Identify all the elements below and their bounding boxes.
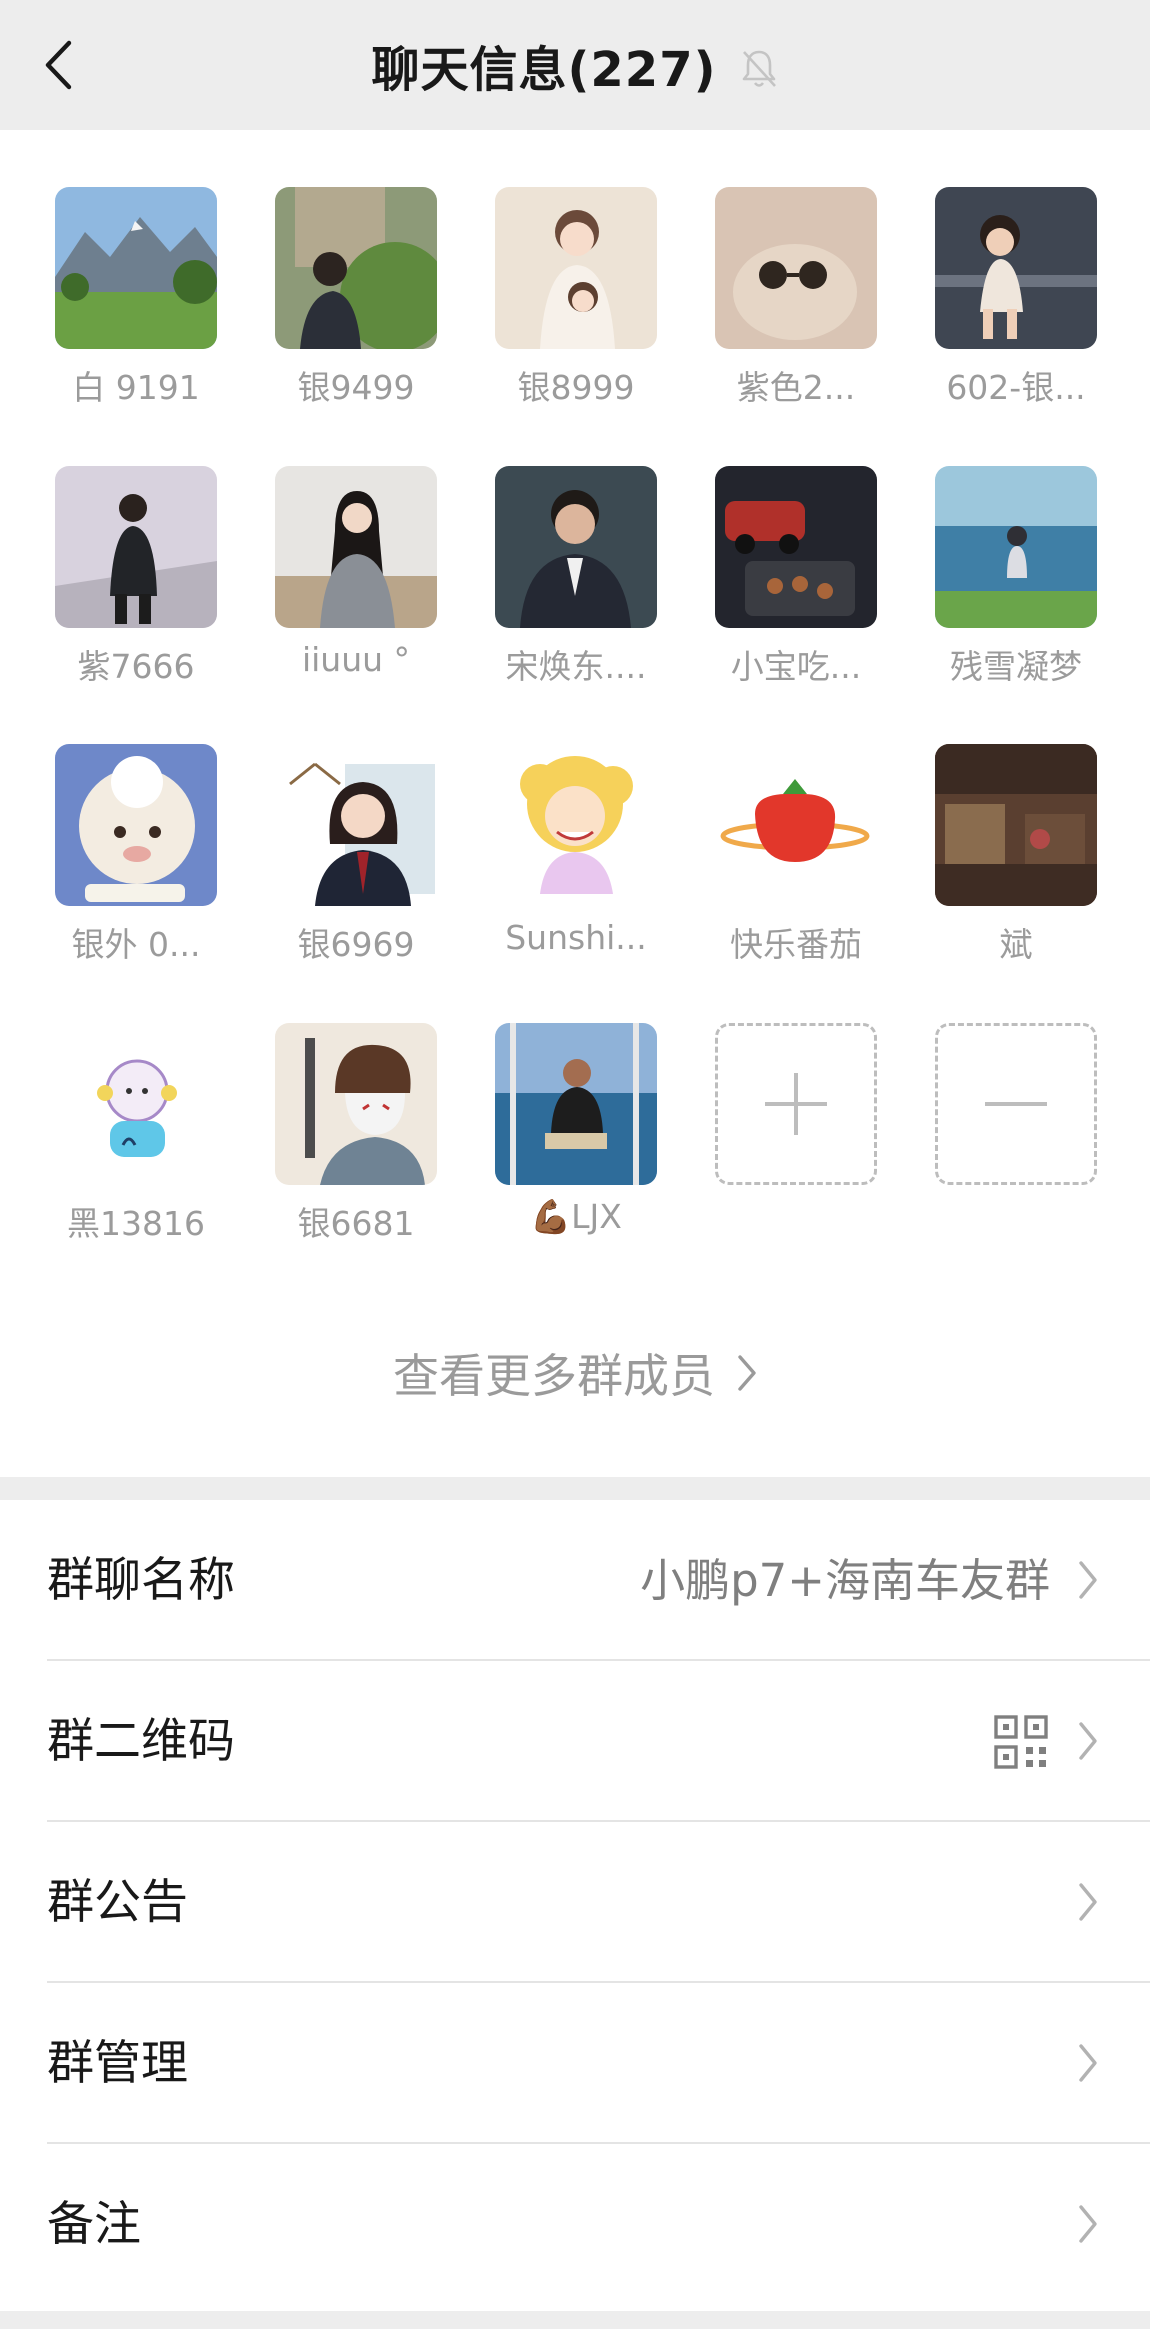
member-item[interactable]: 银8999 [470,187,670,437]
member-item[interactable]: 白 9191 [30,187,230,437]
remark-label: 备注 [47,2197,141,2252]
member-name: 602-银... [946,368,1086,407]
add-member-button[interactable] [690,1023,890,1273]
chevron-right-icon [1079,1883,1097,1921]
remark-row[interactable]: 备注 [0,2144,1150,2305]
member-item[interactable]: 斌 [910,744,1110,994]
back-button[interactable] [30,30,86,100]
member-avatar [935,744,1097,906]
chevron-left-icon [45,40,72,90]
chevron-right-icon [738,1355,756,1391]
member-item[interactable]: 快乐番茄 [690,744,890,994]
member-avatar [495,1023,657,1185]
member-avatar [495,466,657,628]
view-more-members-link[interactable]: 查看更多群成员 [0,1340,1150,1406]
group-name-label: 群聊名称 [47,1553,235,1608]
member-item[interactable]: 银9499 [250,187,450,437]
member-name: 银6969 [297,925,415,964]
member-item[interactable]: 💪🏾LJX [470,1023,670,1273]
plus-icon [765,1073,827,1135]
chevron-right-icon [1079,2205,1097,2243]
group-notice-row[interactable]: 群公告 [0,1822,1150,1983]
bottom-strip [0,2311,1150,2329]
member-item[interactable]: 黑13816 [30,1023,230,1273]
member-avatar [275,1023,437,1185]
member-name: 快乐番茄 [730,925,862,964]
member-name: 紫7666 [77,647,195,686]
remove-member-button[interactable] [910,1023,1110,1273]
member-avatar [275,744,437,906]
add-member-box [715,1023,877,1185]
member-avatar [715,744,877,906]
chevron-right-icon [1079,2044,1097,2082]
member-item[interactable]: 银6681 [250,1023,450,1273]
member-item[interactable]: 紫色2... [690,187,890,437]
qr-code-row[interactable]: 群二维码 [0,1661,1150,1822]
group-manage-label: 群管理 [47,2036,188,2091]
member-name: iiuuu ° [301,640,411,679]
member-avatar [715,187,877,349]
remove-member-box [935,1023,1097,1185]
member-name: Sunshi... [505,918,647,957]
member-item[interactable]: 小宝吃... [690,466,890,716]
member-name: 紫色2... [736,368,856,407]
member-item[interactable]: 银6969 [250,744,450,994]
member-name: 白 9191 [72,368,200,407]
member-name: 银8999 [517,368,635,407]
member-item[interactable]: 602-银... [910,187,1110,437]
member-item[interactable]: 紫7666 [30,466,230,716]
page-title: 聊天信息(227) [371,42,717,98]
member-avatar [495,187,657,349]
member-name: 小宝吃... [730,647,862,686]
settings-list: 群聊名称 小鹏p7+海南车友群 群二维码 群公告 群管理 备注 [0,1500,1150,2311]
group-name-value: 小鹏p7+海南车友群 [640,1554,1050,1607]
member-avatar [275,187,437,349]
member-avatar [935,187,1097,349]
group-name-row[interactable]: 群聊名称 小鹏p7+海南车友群 [0,1500,1150,1661]
group-notice-label: 群公告 [47,1875,188,1930]
member-name: 斌 [999,925,1033,964]
member-avatar [55,744,217,906]
title-wrap: 聊天信息(227) [0,0,1150,130]
member-name: 黑13816 [67,1204,205,1243]
member-item[interactable]: iiuuu ° [250,466,450,716]
bell-off-icon [742,50,776,87]
member-avatar [275,466,437,628]
member-item[interactable]: 残雪凝梦 [910,466,1110,716]
member-name: 💪🏾LJX [530,1197,622,1236]
view-more-members-label: 查看更多群成员 [393,1349,715,1403]
header-bar: 聊天信息(227) [0,0,1150,130]
member-item[interactable]: 银外 0... [30,744,230,994]
member-name: 银外 0... [71,925,201,964]
member-avatar [55,466,217,628]
member-name: 银6681 [297,1204,415,1243]
member-name: 银9499 [297,368,415,407]
qr-code-icon [994,1715,1048,1769]
members-panel: 白 9191 银9499 银8999 紫色2... 602-银... 紫7666… [0,130,1150,1477]
group-manage-row[interactable]: 群管理 [0,1983,1150,2144]
member-item[interactable]: Sunshi... [470,744,670,994]
member-name: 残雪凝梦 [950,647,1082,686]
minus-icon [985,1102,1047,1106]
member-avatar [55,1023,217,1185]
member-avatar [715,466,877,628]
member-avatar [495,744,657,906]
chevron-right-icon [1079,1722,1097,1760]
member-name: 宋焕东.... [505,647,647,686]
member-avatar [55,187,217,349]
member-item[interactable]: 宋焕东.... [470,466,670,716]
chevron-right-icon [1079,1561,1097,1599]
qr-code-label: 群二维码 [47,1714,235,1769]
member-avatar [935,466,1097,628]
